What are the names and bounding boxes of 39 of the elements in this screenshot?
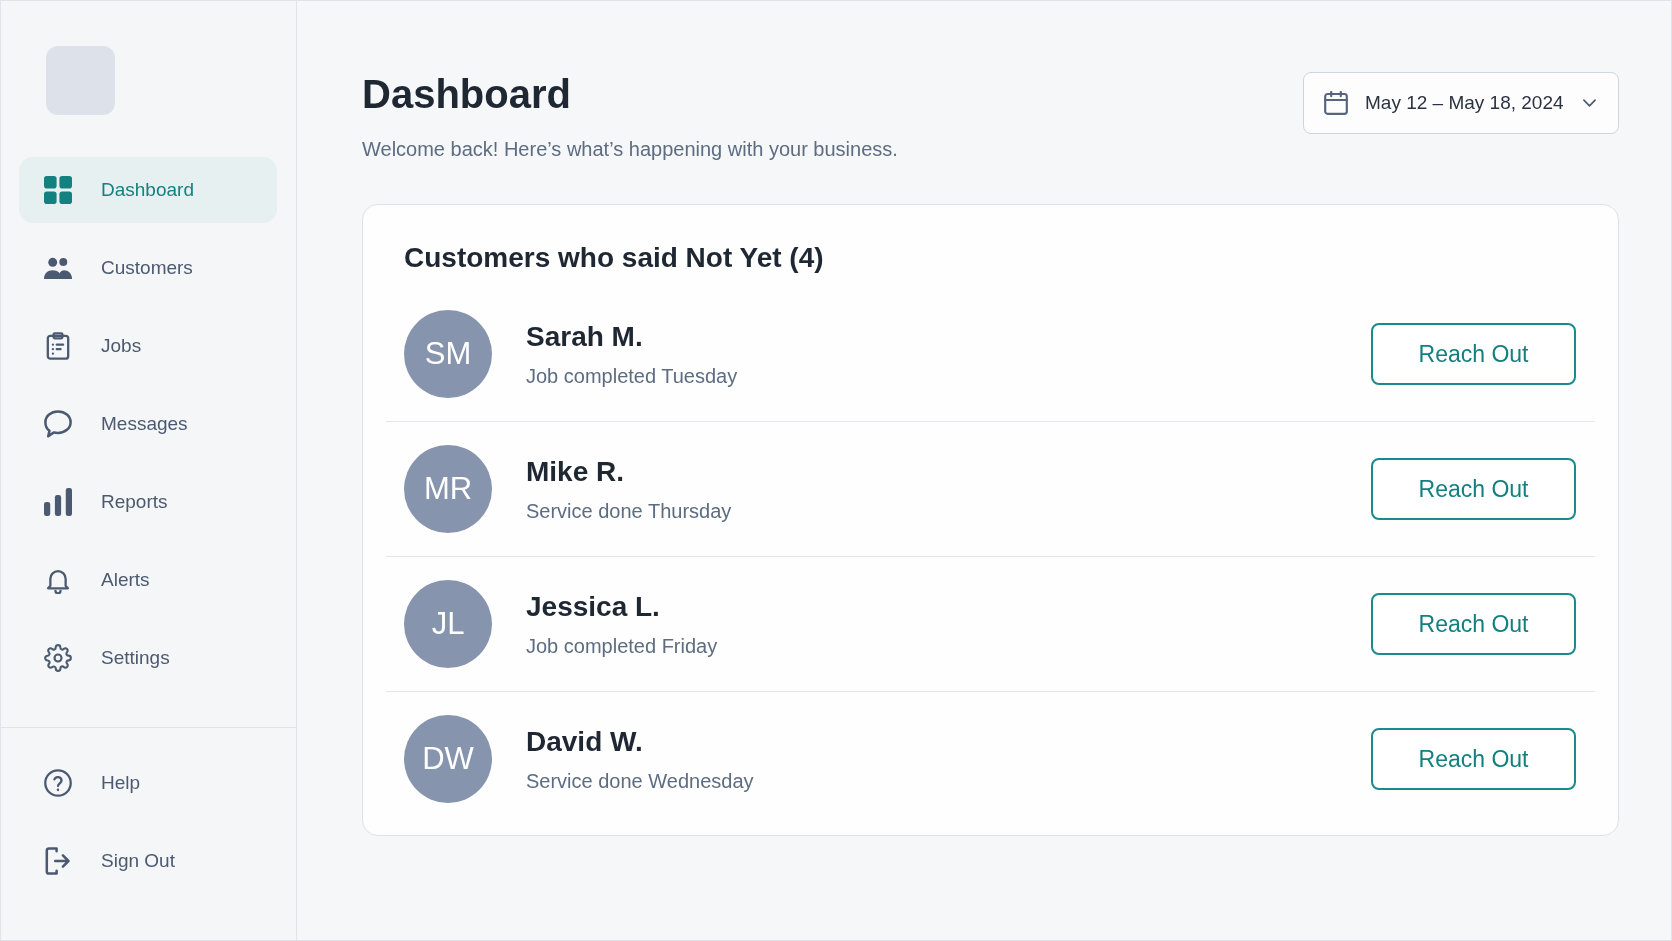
customer-detail: Job completed Friday xyxy=(526,633,719,659)
card-title: Customers who said Not Yet (4) xyxy=(404,241,825,275)
sidebar-nav-item[interactable]: Dashboard xyxy=(19,157,277,223)
customer-detail: Service done Wednesday xyxy=(526,768,755,794)
door-arrow-icon xyxy=(44,847,72,875)
customer-detail: Job completed Tuesday xyxy=(526,363,739,389)
logo-placeholder xyxy=(46,46,115,115)
speech-bubble-icon xyxy=(44,410,72,438)
page-subtitle: Welcome back! Here’s what’s happening with your business. xyxy=(362,137,898,162)
chevron-down-icon xyxy=(1582,99,1596,107)
reach-out-button[interactable]: Reach Out xyxy=(1371,593,1576,655)
bar-chart-icon xyxy=(44,488,72,516)
sidebar-nav-item[interactable]: Jobs xyxy=(19,313,277,379)
avatar: JL xyxy=(404,580,492,668)
customer-name: Mike R. xyxy=(526,454,626,489)
customer-name: Sarah M. xyxy=(526,319,644,354)
avatar: SM xyxy=(404,310,492,398)
customer-name: David W. xyxy=(526,724,644,759)
date-range-picker[interactable]: May 12 – May 18, 2024 xyxy=(1303,72,1619,134)
page-title: Dashboard xyxy=(362,71,572,118)
reach-out-button[interactable]: Reach Out xyxy=(1371,323,1576,385)
grid-icon xyxy=(44,176,72,204)
clipboard-icon xyxy=(44,332,72,360)
question-circle-icon xyxy=(44,769,72,797)
sidebar-nav-item[interactable]: Help xyxy=(19,750,277,816)
reach-out-button[interactable]: Reach Out xyxy=(1371,458,1576,520)
sidebar-nav-item[interactable]: Reports xyxy=(19,469,277,535)
avatar: MR xyxy=(404,445,492,533)
customer-detail: Service done Thursday xyxy=(526,498,733,524)
avatar: DW xyxy=(404,715,492,803)
sidebar-nav-item[interactable]: Sign Out xyxy=(19,828,277,894)
sidebar-nav-item[interactable]: Messages xyxy=(19,391,277,457)
gear-icon xyxy=(44,644,72,672)
sidebar-nav-item[interactable]: Alerts xyxy=(19,547,277,613)
calendar-icon xyxy=(1324,91,1348,115)
reach-out-button[interactable]: Reach Out xyxy=(1371,728,1576,790)
customer-name: Jessica L. xyxy=(526,589,661,624)
sidebar-nav-item[interactable]: Customers xyxy=(19,235,277,301)
sidebar-nav-item[interactable]: Settings xyxy=(19,625,277,691)
